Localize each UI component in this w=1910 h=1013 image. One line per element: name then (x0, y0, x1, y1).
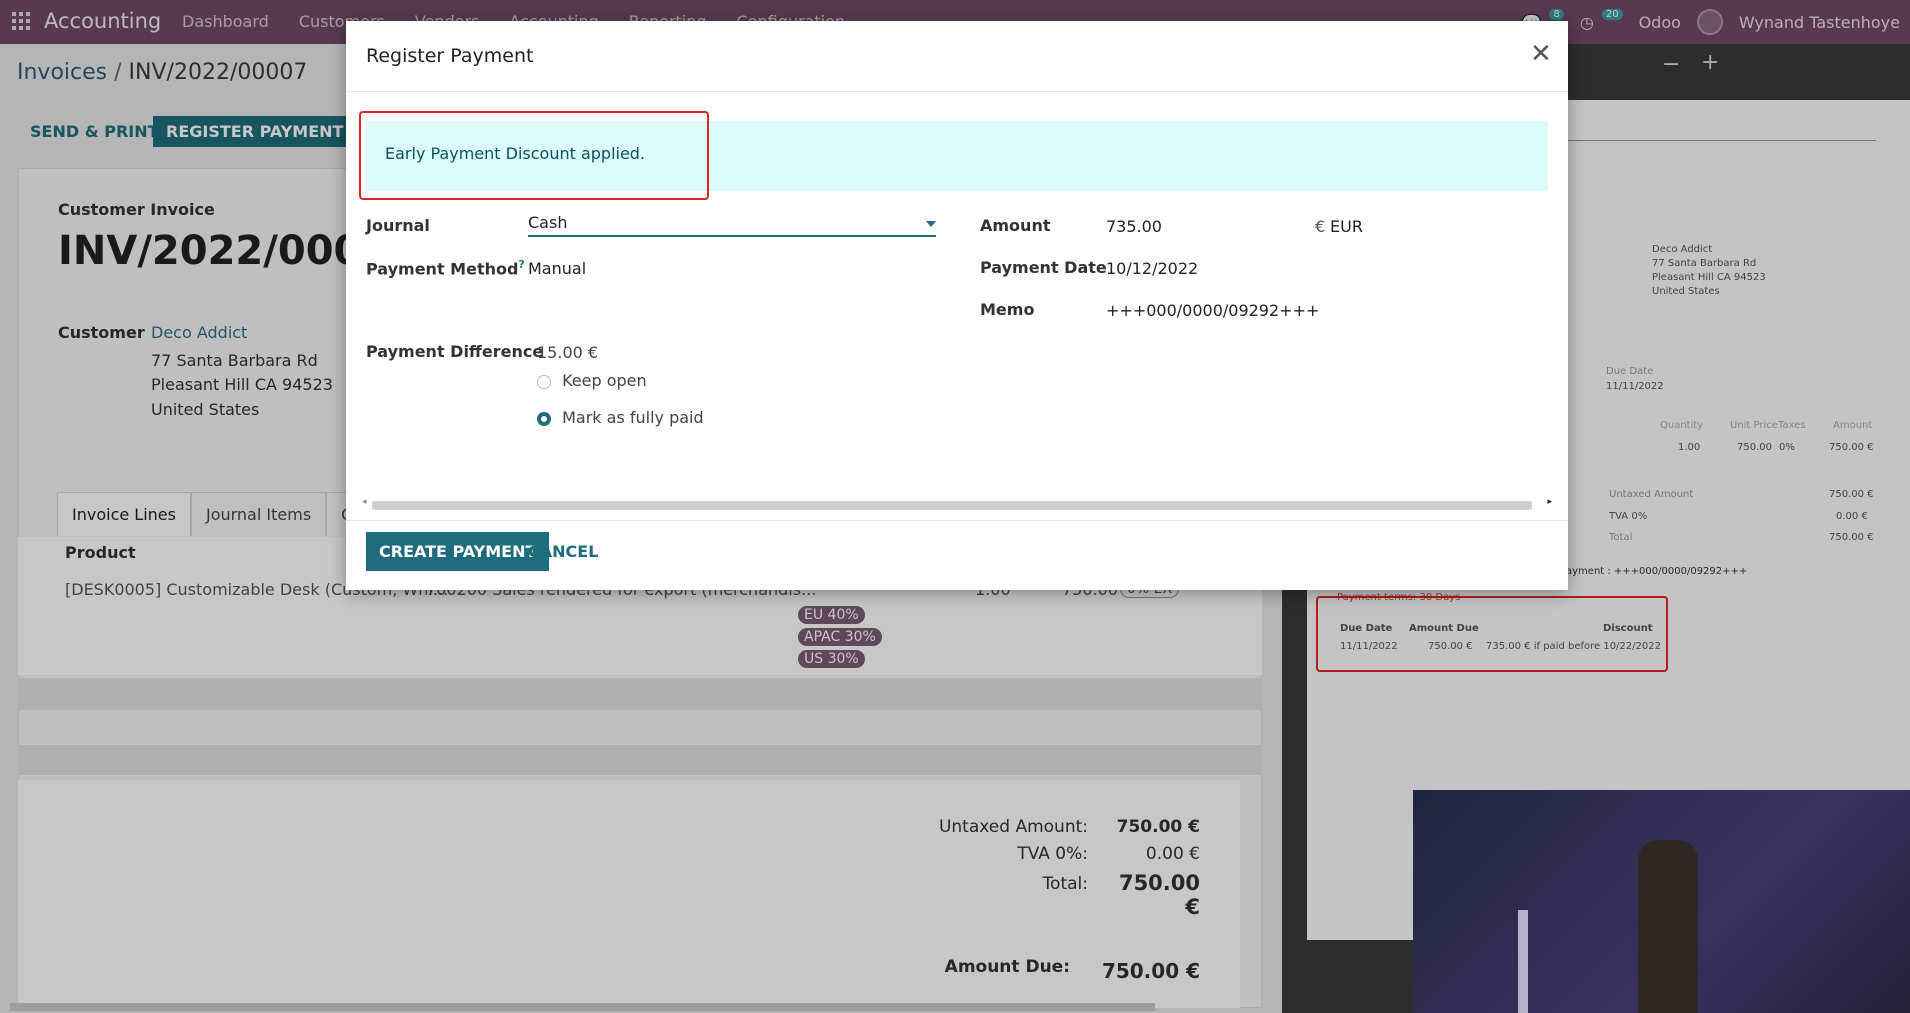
amount-label: Amount (980, 216, 1051, 235)
keep-open-label[interactable]: Keep open (562, 371, 647, 390)
close-icon[interactable]: ✕ (1530, 39, 1552, 69)
scroll-right-icon[interactable]: ▸ (1547, 497, 1552, 507)
mark-fully-paid-label[interactable]: Mark as fully paid (562, 408, 704, 427)
dialog-horizontal-scrollbar[interactable]: ◂ ▸ (362, 497, 1552, 513)
create-payment-button[interactable]: CREATE PAYMENT (366, 532, 550, 571)
alert-highlight (359, 111, 709, 200)
payment-method-value[interactable]: Manual (528, 259, 586, 278)
help-icon[interactable]: ? (518, 258, 524, 271)
scrollbar-thumb[interactable] (372, 501, 1532, 510)
scroll-left-icon[interactable]: ◂ (362, 497, 367, 507)
mark-fully-paid-option[interactable]: Mark as fully paid (537, 408, 704, 427)
chevron-down-icon[interactable] (926, 221, 936, 227)
payment-date-input[interactable]: 10/12/2022 (1106, 259, 1198, 278)
keep-open-option[interactable]: Keep open (537, 371, 647, 390)
dialog-header-divider (346, 91, 1568, 92)
dialog-title: Register Payment (366, 45, 534, 67)
journal-select[interactable]: Cash (528, 213, 936, 237)
dialog-footer-divider (346, 520, 1568, 521)
payment-method-label: Payment Method? (366, 258, 525, 278)
payment-date-label: Payment Date (980, 258, 1107, 277)
currency-select[interactable]: EUR (1330, 217, 1363, 236)
memo-label: Memo (980, 300, 1035, 319)
keep-open-radio[interactable] (537, 374, 551, 389)
amount-input[interactable]: 735.00 (1106, 217, 1162, 236)
payment-difference-value: 15.00 € (537, 343, 599, 362)
cancel-button[interactable]: CANCEL (528, 542, 598, 561)
memo-input[interactable]: +++000/0000/09292+++ (1106, 301, 1319, 320)
journal-value: Cash (528, 213, 568, 232)
payment-method-label-text: Payment Method (366, 259, 519, 279)
register-payment-dialog: Register Payment ✕ Early Payment Discoun… (346, 21, 1568, 590)
payment-difference-label: Payment Difference (366, 342, 544, 361)
currency-symbol: € (1315, 217, 1326, 236)
mark-fully-paid-radio[interactable] (537, 411, 551, 426)
journal-label: Journal (366, 216, 430, 235)
